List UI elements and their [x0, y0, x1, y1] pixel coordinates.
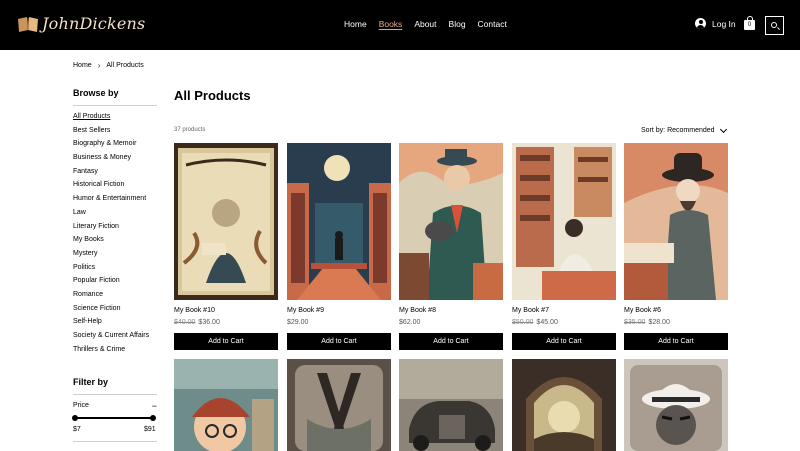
product-name[interactable]: My Book #9 — [287, 307, 324, 314]
sale-price: $28.00 — [648, 319, 670, 326]
product-image[interactable] — [174, 143, 278, 300]
cart-count-badge: 0 — [744, 20, 755, 30]
product-price: $40.00 $36.00 — [174, 319, 220, 326]
browse-by-title: Browse by — [73, 88, 119, 98]
product-price: $50.00 $45.00 — [512, 319, 558, 326]
product-image[interactable] — [287, 359, 391, 451]
product-image[interactable] — [174, 359, 278, 451]
product-image[interactable] — [399, 359, 503, 451]
add-to-cart-button[interactable]: Add to Cart — [287, 333, 391, 350]
product-image[interactable] — [512, 359, 616, 451]
divider — [73, 105, 157, 106]
search-button[interactable] — [765, 16, 784, 35]
breadcrumb-home[interactable]: Home — [73, 62, 92, 69]
sale-price: $36.00 — [198, 319, 220, 326]
site-logo[interactable]: JohnDickens — [17, 14, 145, 33]
nav-about[interactable]: About — [414, 19, 436, 29]
sort-label: Sort by: Recommended — [641, 127, 715, 134]
login-label: Log In — [712, 18, 736, 29]
product-image[interactable] — [399, 143, 503, 300]
chevron-right-icon: › — [97, 61, 101, 70]
sale-price: $29.00 — [287, 319, 309, 326]
product-name[interactable]: My Book #6 — [624, 307, 661, 314]
product-card[interactable]: My Book #6 $35.00 $28.00 Add to Cart — [624, 143, 728, 350]
original-price: $50.00 — [512, 319, 534, 326]
product-card[interactable]: My Book #7 $50.00 $45.00 Add to Cart — [512, 143, 616, 350]
product-name[interactable]: My Book #7 — [512, 307, 549, 314]
price-label: Price — [73, 402, 89, 409]
add-to-cart-button[interactable]: Add to Cart — [512, 333, 616, 350]
price-filter-header[interactable]: Price − — [73, 401, 157, 411]
product-image[interactable] — [624, 359, 728, 451]
site-header: JohnDickens Home Books About Blog Contac… — [0, 0, 800, 50]
product-name[interactable]: My Book #10 — [174, 307, 215, 314]
price-slider-max-handle[interactable] — [150, 415, 156, 421]
filter-by-title: Filter by — [73, 377, 109, 387]
breadcrumb: Home › All Products — [73, 61, 144, 70]
open-book-icon — [18, 16, 38, 32]
page-title: All Products — [174, 88, 251, 103]
category-item[interactable]: All Products — [73, 112, 193, 126]
product-card[interactable]: My Book #10 $40.00 $36.00 Add to Cart — [174, 143, 278, 350]
divider — [73, 441, 157, 442]
product-image[interactable] — [512, 143, 616, 300]
cart-button[interactable]: 0 — [744, 16, 755, 30]
main-nav: Home Books About Blog Contact — [344, 19, 519, 29]
chevron-down-icon — [719, 125, 727, 133]
product-count: 37 products — [174, 127, 206, 133]
sale-price: $62.00 — [399, 319, 421, 326]
nav-contact[interactable]: Contact — [478, 19, 507, 29]
user-avatar-icon — [695, 18, 706, 29]
divider — [73, 394, 157, 395]
price-slider-min-handle[interactable] — [72, 415, 78, 421]
add-to-cart-button[interactable]: Add to Cart — [174, 333, 278, 350]
add-to-cart-button[interactable]: Add to Cart — [624, 333, 728, 350]
product-price: $35.00 $28.00 — [624, 319, 670, 326]
collapse-minus-icon[interactable]: − — [152, 401, 157, 411]
product-image[interactable] — [287, 143, 391, 300]
breadcrumb-current: All Products — [106, 62, 144, 69]
price-min-value: $7 — [73, 426, 81, 433]
price-slider-track[interactable] — [73, 417, 154, 419]
product-image[interactable] — [624, 143, 728, 300]
product-card[interactable]: My Book #9 $29.00 Add to Cart — [287, 143, 391, 350]
add-to-cart-button[interactable]: Add to Cart — [399, 333, 503, 350]
nav-blog[interactable]: Blog — [449, 19, 466, 29]
original-price: $40.00 — [174, 319, 196, 326]
sort-dropdown[interactable]: Sort by: Recommended — [641, 125, 727, 134]
product-card[interactable]: My Book #8 $62.00 Add to Cart — [399, 143, 503, 350]
product-price: $29.00 — [287, 319, 308, 326]
login-button[interactable]: Log In — [695, 18, 736, 29]
sale-price: $45.00 — [536, 319, 558, 326]
price-max-value: $91 — [144, 426, 156, 433]
product-price: $62.00 — [399, 319, 420, 326]
logo-text: JohnDickens — [42, 14, 146, 33]
product-name[interactable]: My Book #8 — [399, 307, 436, 314]
original-price: $35.00 — [624, 319, 646, 326]
nav-home[interactable]: Home — [344, 19, 367, 29]
nav-books[interactable]: Books — [379, 19, 403, 29]
